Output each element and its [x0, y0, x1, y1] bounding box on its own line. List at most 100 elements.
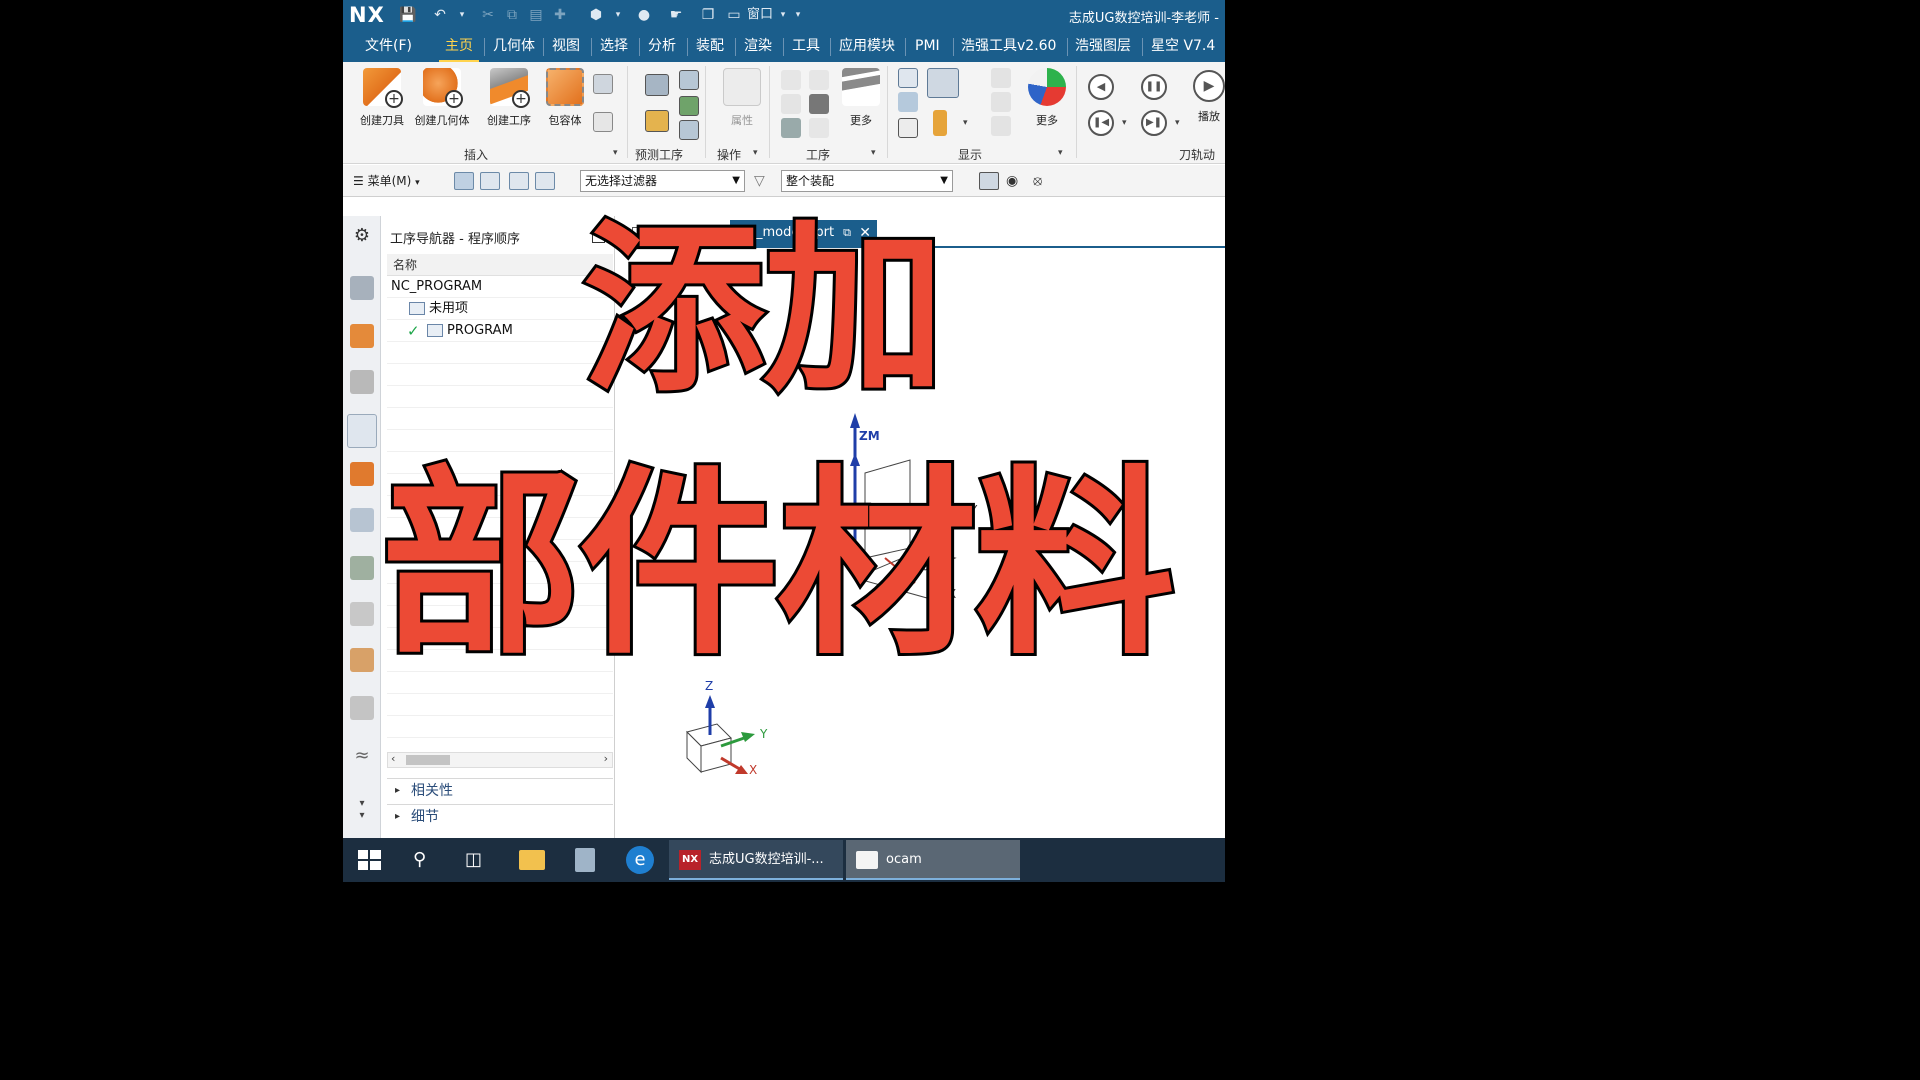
- tab-view[interactable]: 视图: [546, 36, 586, 62]
- file-explorer-icon[interactable]: [519, 850, 545, 870]
- cube-view-icon[interactable]: ⬢: [587, 6, 605, 24]
- part-navigator-icon[interactable]: [350, 370, 374, 394]
- tab-assembly[interactable]: 装配: [690, 36, 730, 62]
- contour-icon[interactable]: [679, 120, 699, 140]
- pause-icon[interactable]: ❚❚: [1141, 74, 1167, 100]
- gear-icon[interactable]: ⚙: [350, 224, 374, 248]
- skip-forward-dropdown[interactable]: ▾: [1175, 118, 1180, 128]
- search-icon[interactable]: ⚲: [413, 844, 437, 876]
- microphone-icon[interactable]: ●: [635, 6, 653, 24]
- selection-filter-combo[interactable]: 无选择过滤器 ▼: [580, 170, 745, 192]
- machining-method-view-icon[interactable]: [535, 172, 555, 190]
- show-hide-toolpath-icon[interactable]: [927, 68, 959, 98]
- taskbar-app-ocam[interactable]: ocam: [846, 840, 1020, 880]
- save-icon[interactable]: 💾: [399, 6, 417, 24]
- switch-window-icon[interactable]: ❐: [699, 6, 717, 24]
- move-up-icon[interactable]: [991, 68, 1011, 88]
- show-icon[interactable]: ◉: [1006, 172, 1026, 190]
- tab-tools[interactable]: 工具: [786, 36, 826, 62]
- display-toolpath-icon[interactable]: [898, 68, 918, 88]
- process-more-button[interactable]: 更多: [833, 66, 889, 128]
- tab-xingkong[interactable]: 星空 V7.4: [1145, 36, 1221, 62]
- operation-navigator-icon[interactable]: [347, 414, 377, 448]
- create-operation-button[interactable]: + 创建工序: [480, 66, 538, 128]
- tab-home[interactable]: 主页: [439, 36, 479, 62]
- process-group-dropdown[interactable]: ▾: [871, 148, 876, 158]
- replay-toolpath-icon[interactable]: [809, 70, 829, 90]
- tree-row-nc-program[interactable]: NC_PROGRAM: [387, 276, 613, 298]
- scroll-right-icon[interactable]: ›: [604, 752, 608, 765]
- tab-haoqiang-layers[interactable]: 浩强图层: [1069, 36, 1137, 62]
- skip-back-dropdown[interactable]: ▾: [1122, 118, 1127, 128]
- tab-geometry[interactable]: 几何体: [487, 36, 541, 62]
- assembly-scope-combo[interactable]: 整个装配 ▼: [781, 170, 953, 192]
- machine-tool-navigator-icon[interactable]: [350, 462, 374, 486]
- face-mill-icon[interactable]: [645, 110, 669, 132]
- scroll-left-icon[interactable]: ‹: [391, 752, 395, 765]
- copy-operation-icon[interactable]: [593, 74, 613, 94]
- menu-button[interactable]: ☰ 菜单(M) ▾: [353, 172, 420, 189]
- window-icon[interactable]: ▭: [725, 6, 743, 24]
- skip-to-end-icon[interactable]: ▶❚: [1141, 110, 1167, 136]
- properties-button[interactable]: 属性: [713, 66, 771, 128]
- delete-icon[interactable]: ✚: [551, 6, 569, 24]
- history-icon[interactable]: [350, 648, 374, 672]
- display-dropdown[interactable]: ▾: [963, 118, 968, 128]
- array-operation-icon[interactable]: [593, 112, 613, 132]
- operation-group-dropdown[interactable]: ▾: [753, 148, 758, 158]
- display-group-dropdown[interactable]: ▾: [1058, 148, 1063, 158]
- view-dropdown-icon[interactable]: ▾: [609, 6, 627, 24]
- process-navigator-icon[interactable]: [350, 696, 374, 720]
- calculator-icon[interactable]: [575, 848, 595, 872]
- tree-row-program[interactable]: ✓ PROGRAM: [387, 320, 613, 342]
- cut-icon[interactable]: ✂: [479, 6, 497, 24]
- move-down-icon[interactable]: [991, 116, 1011, 136]
- tab-analysis[interactable]: 分析: [642, 36, 682, 62]
- tab-file[interactable]: 文件(F): [359, 36, 418, 62]
- hide-icon[interactable]: ⦻: [1033, 172, 1053, 190]
- web-browser-icon[interactable]: ≈: [350, 746, 374, 770]
- name-column-header[interactable]: 名称: [387, 254, 613, 276]
- feature-icon[interactable]: [679, 70, 699, 90]
- machining-feature-navigator-icon[interactable]: [350, 508, 374, 532]
- tab-select[interactable]: 选择: [594, 36, 634, 62]
- postprocess-icon[interactable]: [809, 118, 829, 138]
- undo-icon[interactable]: ↶: [431, 6, 449, 24]
- predrill-hole-icon[interactable]: [645, 74, 669, 96]
- create-geometry-button[interactable]: + 创建几何体: [413, 66, 471, 128]
- layer-stack-icon[interactable]: [991, 92, 1011, 112]
- windows-start-icon[interactable]: [358, 850, 382, 882]
- machine-tool-view-icon[interactable]: [480, 172, 500, 190]
- tab-haoqiang-tools[interactable]: 浩强工具v2.60: [955, 36, 1062, 62]
- dependencies-section[interactable]: ▸ 相关性: [387, 778, 613, 802]
- display-blank-icon[interactable]: [898, 118, 918, 138]
- scrollbar-thumb[interactable]: [406, 755, 450, 765]
- touch-mode-icon[interactable]: ☛: [667, 6, 685, 24]
- display-cutter-icon[interactable]: [933, 110, 947, 136]
- geometry-view-icon[interactable]: [509, 172, 529, 190]
- details-section[interactable]: ▸ 细节: [387, 804, 613, 828]
- program-order-view-icon[interactable]: [454, 172, 474, 190]
- mcs-display-icon[interactable]: [979, 172, 999, 190]
- feature-navigator-icon[interactable]: [350, 556, 374, 580]
- tree-row-unused[interactable]: 未用项: [387, 298, 613, 320]
- assembly-navigator-icon[interactable]: [350, 276, 374, 300]
- customize-qa-icon[interactable]: ▾: [789, 6, 807, 24]
- list-toolpath-icon[interactable]: [781, 118, 801, 138]
- bounding-body-button[interactable]: 包容体: [536, 66, 594, 128]
- tab-applications[interactable]: 应用模块: [833, 36, 901, 62]
- undo-dropdown-icon[interactable]: ▾: [453, 6, 471, 24]
- tab-pmi[interactable]: PMI: [909, 36, 946, 62]
- paste-icon[interactable]: ▤: [527, 6, 545, 24]
- tab-render[interactable]: 渲染: [738, 36, 778, 62]
- edge-browser-icon[interactable]: e: [626, 846, 654, 874]
- create-tool-button[interactable]: + 创建刀具: [353, 66, 411, 128]
- simulate-machine-icon[interactable]: [809, 94, 829, 114]
- display-tool-icon[interactable]: [898, 92, 918, 112]
- skip-to-start-icon[interactable]: ❚◀: [1088, 110, 1114, 136]
- task-view-icon[interactable]: ◫: [465, 844, 489, 876]
- step-back-icon[interactable]: ◀: [1088, 74, 1114, 100]
- display-more-button[interactable]: 更多: [1019, 66, 1075, 128]
- play-icon[interactable]: ▶: [1193, 70, 1225, 102]
- resource-bar-scroll-icon[interactable]: ▾ ▾: [350, 798, 374, 822]
